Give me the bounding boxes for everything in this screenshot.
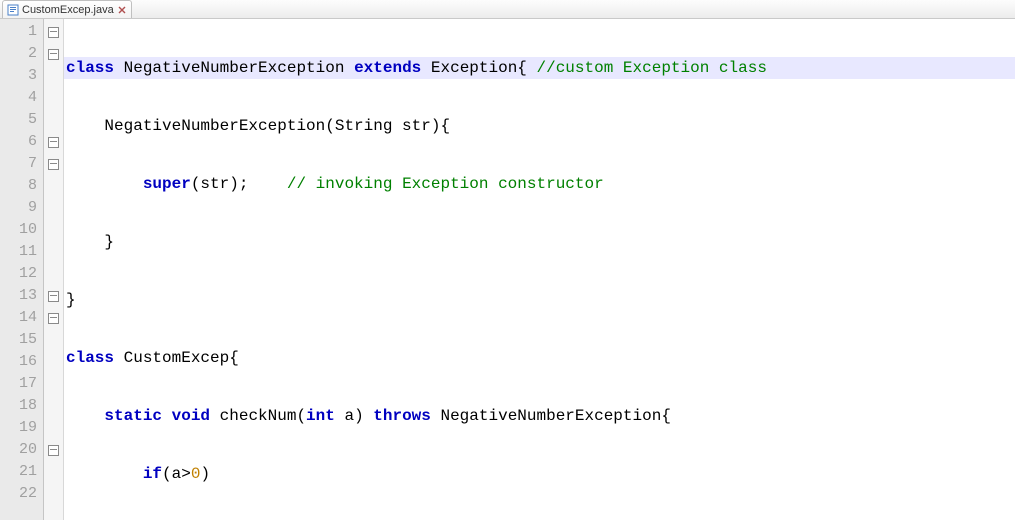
fold-cell bbox=[44, 483, 63, 505]
line-number: 14 bbox=[0, 307, 43, 329]
line-number: 11 bbox=[0, 241, 43, 263]
fold-toggle-icon[interactable] bbox=[48, 159, 59, 170]
code-area[interactable]: class NegativeNumberException extends Ex… bbox=[64, 19, 1015, 520]
fold-cell bbox=[44, 373, 63, 395]
line-number: 13 bbox=[0, 285, 43, 307]
fold-cell bbox=[44, 109, 63, 131]
code-line: } bbox=[64, 289, 1015, 311]
fold-cell bbox=[44, 175, 63, 197]
file-tab[interactable]: CustomExcep.java bbox=[2, 0, 132, 18]
line-number: 6 bbox=[0, 131, 43, 153]
fold-cell bbox=[44, 417, 63, 439]
line-number: 20 bbox=[0, 439, 43, 461]
fold-toggle-icon[interactable] bbox=[48, 313, 59, 324]
fold-cell bbox=[44, 219, 63, 241]
fold-cell bbox=[44, 285, 63, 307]
fold-cell bbox=[44, 197, 63, 219]
fold-toggle-icon[interactable] bbox=[48, 27, 59, 38]
code-line: if(a>0) bbox=[64, 463, 1015, 485]
code-editor[interactable]: 12345678910111213141516171819202122 clas… bbox=[0, 19, 1015, 520]
fold-toggle-icon[interactable] bbox=[48, 49, 59, 60]
tab-bar: CustomExcep.java bbox=[0, 0, 1015, 19]
fold-cell bbox=[44, 395, 63, 417]
line-number: 17 bbox=[0, 373, 43, 395]
line-number: 5 bbox=[0, 109, 43, 131]
line-number: 8 bbox=[0, 175, 43, 197]
fold-cell bbox=[44, 65, 63, 87]
line-number: 18 bbox=[0, 395, 43, 417]
fold-cell bbox=[44, 153, 63, 175]
line-number: 21 bbox=[0, 461, 43, 483]
fold-toggle-icon[interactable] bbox=[48, 445, 59, 456]
fold-column bbox=[44, 19, 64, 520]
line-number: 7 bbox=[0, 153, 43, 175]
line-number: 1 bbox=[0, 21, 43, 43]
close-icon[interactable] bbox=[117, 5, 127, 15]
fold-cell bbox=[44, 241, 63, 263]
fold-toggle-icon[interactable] bbox=[48, 291, 59, 302]
java-file-icon bbox=[7, 4, 19, 16]
tab-filename: CustomExcep.java bbox=[22, 4, 114, 16]
fold-cell bbox=[44, 263, 63, 285]
fold-cell bbox=[44, 131, 63, 153]
line-number-gutter: 12345678910111213141516171819202122 bbox=[0, 19, 44, 520]
line-number: 22 bbox=[0, 483, 43, 505]
line-number: 3 bbox=[0, 65, 43, 87]
line-number: 10 bbox=[0, 219, 43, 241]
fold-cell bbox=[44, 329, 63, 351]
fold-cell bbox=[44, 461, 63, 483]
code-line: NegativeNumberException(String str){ bbox=[64, 115, 1015, 137]
line-number: 9 bbox=[0, 197, 43, 219]
code-line: super(str); // invoking Exception constr… bbox=[64, 173, 1015, 195]
fold-cell bbox=[44, 21, 63, 43]
line-number: 16 bbox=[0, 351, 43, 373]
line-number: 12 bbox=[0, 263, 43, 285]
line-number: 15 bbox=[0, 329, 43, 351]
line-number: 2 bbox=[0, 43, 43, 65]
code-line: static void checkNum(int a) throws Negat… bbox=[64, 405, 1015, 427]
code-line: } bbox=[64, 231, 1015, 253]
code-line: class CustomExcep{ bbox=[64, 347, 1015, 369]
fold-cell bbox=[44, 87, 63, 109]
fold-toggle-icon[interactable] bbox=[48, 137, 59, 148]
fold-cell bbox=[44, 43, 63, 65]
fold-cell bbox=[44, 351, 63, 373]
fold-cell bbox=[44, 307, 63, 329]
fold-cell bbox=[44, 439, 63, 461]
code-line: class NegativeNumberException extends Ex… bbox=[64, 57, 1015, 79]
line-number: 19 bbox=[0, 417, 43, 439]
line-number: 4 bbox=[0, 87, 43, 109]
